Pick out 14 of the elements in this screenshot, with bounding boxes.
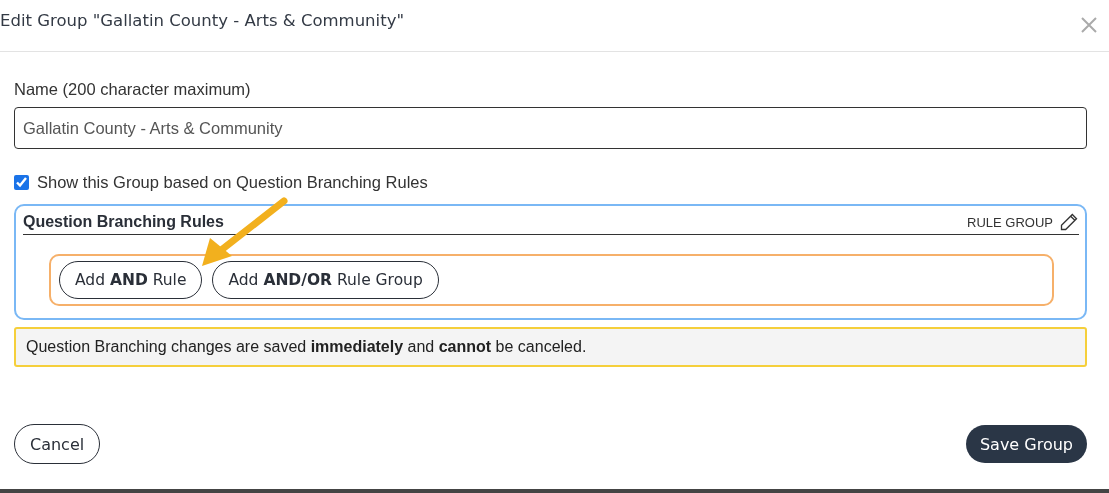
cancel-button[interactable]: Cancel (14, 424, 101, 464)
name-field[interactable]: Gallatin County - Arts & Community (14, 107, 1087, 149)
add-rule-button[interactable]: Add AND Rule (59, 261, 203, 299)
checkbox-label: Show this Group based on Question Branching Rules (37, 173, 428, 192)
panel-title: Question Branching Rules (23, 213, 224, 231)
pencil-icon[interactable] (1059, 212, 1079, 232)
field-label: Name (200 character maximum) (14, 80, 252, 99)
dialog-title: Edit Group "Gallatin County - Arts & Community" (0, 11, 404, 30)
notice-banner: Question Branching changes are saved immediately and cannot be canceled. (14, 327, 1087, 367)
add-rule-button[interactable]: Add AND/OR Rule Group (212, 261, 439, 299)
branching-checkbox[interactable] (14, 175, 29, 190)
rule-group-label: RULE GROUP (967, 214, 1053, 230)
save-button[interactable]: Save Group (965, 425, 1087, 463)
close-icon[interactable] (1081, 16, 1097, 33)
